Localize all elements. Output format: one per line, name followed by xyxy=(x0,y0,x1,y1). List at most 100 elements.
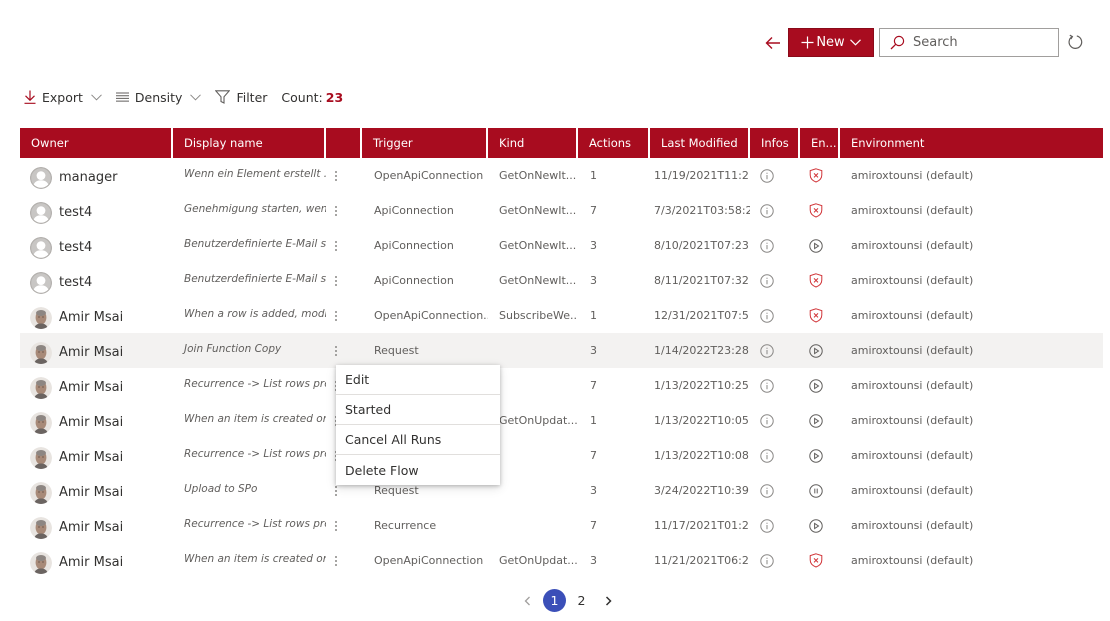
enabled-cell[interactable] xyxy=(800,333,840,368)
enabled-cell[interactable] xyxy=(800,158,840,193)
table-row[interactable]: Amir Msai Join Function Copy Request 3 1/14/… xyxy=(20,333,1103,368)
info-icon[interactable] xyxy=(760,273,774,288)
table-row[interactable]: test4 Benutzerdefinierte E-Mail s... ApiCo… xyxy=(20,263,1103,298)
menu-item-delete-flow[interactable]: Delete Flow xyxy=(336,455,500,485)
shield-error-icon[interactable] xyxy=(809,308,823,323)
table-row[interactable]: Amir Msai Upload to SPo Request 3 3/24/2022T… xyxy=(20,473,1103,508)
menu-item-started[interactable]: Started xyxy=(336,395,500,425)
density-button[interactable]: Density xyxy=(115,90,202,105)
info-icon[interactable] xyxy=(760,483,774,498)
enabled-cell[interactable] xyxy=(800,438,840,473)
display-name-cell[interactable]: When an item is created or... xyxy=(173,543,326,578)
infos-cell[interactable] xyxy=(750,438,800,473)
column-header-display-name[interactable]: Display name xyxy=(173,128,326,158)
display-name-cell[interactable]: Wenn ein Element erstellt ... xyxy=(173,158,326,193)
row-menu-button[interactable] xyxy=(326,158,362,193)
info-icon[interactable] xyxy=(760,518,774,533)
enabled-cell[interactable] xyxy=(800,473,840,508)
play-icon[interactable] xyxy=(809,238,823,253)
search-box[interactable] xyxy=(879,28,1059,57)
table-row[interactable]: Amir Msai When an item is created or... Op… xyxy=(20,543,1103,578)
search-input[interactable] xyxy=(913,35,1043,50)
display-name-cell[interactable]: Recurrence -> List rows pre... xyxy=(173,438,326,473)
shield-error-icon[interactable] xyxy=(809,203,823,218)
info-icon[interactable] xyxy=(760,343,774,358)
refresh-button[interactable] xyxy=(1064,31,1086,53)
column-header-actions[interactable]: Actions xyxy=(578,128,650,158)
infos-cell[interactable] xyxy=(750,403,800,438)
info-icon[interactable] xyxy=(760,378,774,393)
table-row[interactable]: Amir Msai When an item is created or... Ge… xyxy=(20,403,1103,438)
display-name-cell[interactable]: Recurrence -> List rows pre... xyxy=(173,508,326,543)
column-header-kind[interactable]: Kind xyxy=(488,128,578,158)
shield-error-icon[interactable] xyxy=(809,553,823,568)
menu-item-edit[interactable]: Edit xyxy=(336,365,500,395)
info-icon[interactable] xyxy=(760,448,774,463)
display-name-cell[interactable]: When a row is added, modi... xyxy=(173,298,326,333)
column-header-environment[interactable]: Environment xyxy=(840,128,1103,158)
row-menu-button[interactable] xyxy=(326,543,362,578)
enabled-cell[interactable] xyxy=(800,193,840,228)
infos-cell[interactable] xyxy=(750,193,800,228)
menu-item-cancel-all-runs[interactable]: Cancel All Runs xyxy=(336,425,500,455)
table-row[interactable]: Amir Msai Recurrence -> List rows pre... 7… xyxy=(20,368,1103,403)
pause-icon[interactable] xyxy=(809,483,823,498)
table-row[interactable]: Amir Msai When a row is added, modi... Ope… xyxy=(20,298,1103,333)
row-menu-button[interactable] xyxy=(326,333,362,368)
display-name-cell[interactable]: Recurrence -> List rows pre... xyxy=(173,368,326,403)
column-header-trigger[interactable]: Trigger xyxy=(362,128,488,158)
infos-cell[interactable] xyxy=(750,333,800,368)
enabled-cell[interactable] xyxy=(800,368,840,403)
shield-error-icon[interactable] xyxy=(809,273,823,288)
enabled-cell[interactable] xyxy=(800,228,840,263)
page-1-button[interactable]: 1 xyxy=(543,589,566,612)
row-menu-button[interactable] xyxy=(326,228,362,263)
info-icon[interactable] xyxy=(760,238,774,253)
enabled-cell[interactable] xyxy=(800,508,840,543)
infos-cell[interactable] xyxy=(750,228,800,263)
table-row[interactable]: test4 Genehmigung starten, wen... ApiConne… xyxy=(20,193,1103,228)
row-menu-button[interactable] xyxy=(326,263,362,298)
filter-button[interactable]: Filter xyxy=(215,90,267,105)
column-header-infos[interactable]: Infos xyxy=(750,128,800,158)
play-icon[interactable] xyxy=(809,413,823,428)
enabled-cell[interactable] xyxy=(800,263,840,298)
row-menu-button[interactable] xyxy=(326,508,362,543)
infos-cell[interactable] xyxy=(750,368,800,403)
info-icon[interactable] xyxy=(760,203,774,218)
play-icon[interactable] xyxy=(809,343,823,358)
column-header-enabled[interactable]: En... xyxy=(800,128,840,158)
display-name-cell[interactable]: Genehmigung starten, wen... xyxy=(173,193,326,228)
table-row[interactable]: Amir Msai Recurrence -> List rows pre... R… xyxy=(20,508,1103,543)
infos-cell[interactable] xyxy=(750,158,800,193)
play-icon[interactable] xyxy=(809,378,823,393)
display-name-cell[interactable]: When an item is created or... xyxy=(173,403,326,438)
play-icon[interactable] xyxy=(809,518,823,533)
shield-error-icon[interactable] xyxy=(809,168,823,183)
next-page-button[interactable] xyxy=(597,589,620,612)
infos-cell[interactable] xyxy=(750,543,800,578)
enabled-cell[interactable] xyxy=(800,543,840,578)
previous-page-button[interactable] xyxy=(516,589,539,612)
infos-cell[interactable] xyxy=(750,508,800,543)
display-name-cell[interactable]: Join Function Copy xyxy=(173,333,326,368)
infos-cell[interactable] xyxy=(750,298,800,333)
new-button[interactable]: New xyxy=(788,28,874,57)
table-row[interactable]: test4 Benutzerdefinierte E-Mail s... ApiCo… xyxy=(20,228,1103,263)
info-icon[interactable] xyxy=(760,413,774,428)
infos-cell[interactable] xyxy=(750,263,800,298)
back-button[interactable] xyxy=(762,30,784,56)
info-icon[interactable] xyxy=(760,168,774,183)
play-icon[interactable] xyxy=(809,448,823,463)
column-header-owner[interactable]: Owner xyxy=(20,128,173,158)
display-name-cell[interactable]: Upload to SPo xyxy=(173,473,326,508)
enabled-cell[interactable] xyxy=(800,298,840,333)
infos-cell[interactable] xyxy=(750,473,800,508)
column-header-last-modified[interactable]: Last Modified xyxy=(650,128,750,158)
row-menu-button[interactable] xyxy=(326,298,362,333)
row-menu-button[interactable] xyxy=(326,193,362,228)
display-name-cell[interactable]: Benutzerdefinierte E-Mail s... xyxy=(173,228,326,263)
page-2-button[interactable]: 2 xyxy=(570,589,593,612)
enabled-cell[interactable] xyxy=(800,403,840,438)
table-row[interactable]: manager Wenn ein Element erstellt ... Open… xyxy=(20,158,1103,193)
